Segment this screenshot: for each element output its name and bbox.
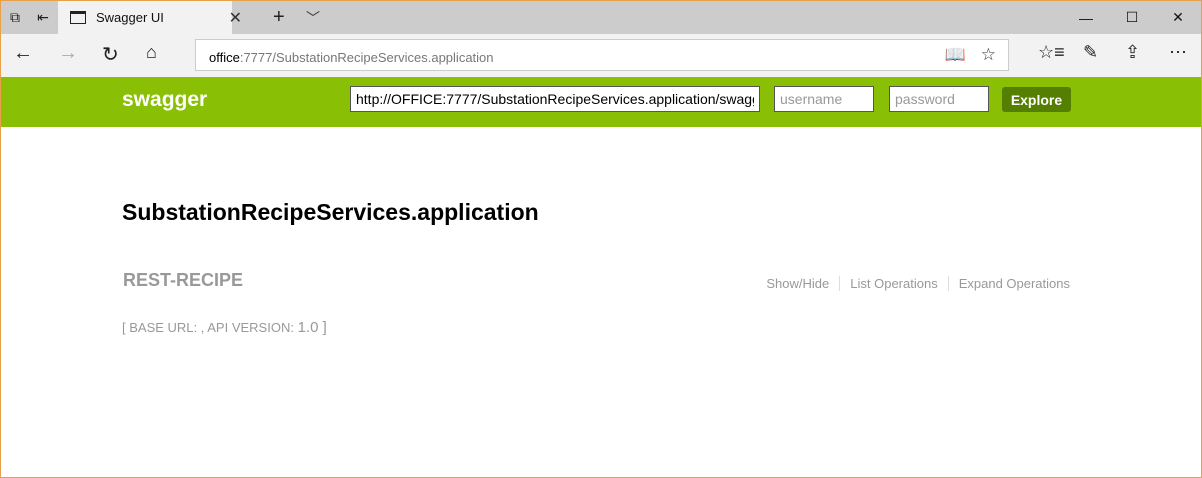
close-window-icon[interactable]: ✕ <box>1155 1 1201 34</box>
explore-button[interactable]: Explore <box>1002 87 1071 112</box>
resource-operations: Show/Hide List Operations Expand Operati… <box>756 276 1070 291</box>
api-version: 1.0 <box>297 319 319 336</box>
refresh-icon[interactable]: ↻ <box>102 42 119 67</box>
new-tab-icon[interactable]: + <box>273 6 285 29</box>
swagger-header: swagger Explore <box>1 77 1201 127</box>
more-icon[interactable]: ⋯ <box>1169 42 1187 63</box>
maximize-icon[interactable]: ☐ <box>1109 1 1155 34</box>
minimize-icon[interactable]: — <box>1063 1 1109 34</box>
url-host: office <box>209 50 240 65</box>
expand-operations-link[interactable]: Expand Operations <box>947 276 1070 291</box>
set-aside-tabs-icon[interactable]: ⇤ <box>29 1 57 34</box>
page-title: SubstationRecipeServices.application <box>122 199 539 225</box>
share-icon[interactable]: ⇪ <box>1125 42 1140 63</box>
api-info: [ BASE URL: , API VERSION: 1.0 ] <box>122 319 327 336</box>
list-operations-link[interactable]: List Operations <box>839 276 947 291</box>
chevron-down-icon[interactable]: ﹀ <box>306 8 320 28</box>
close-tab-icon[interactable]: ✕ <box>229 8 242 28</box>
info-prefix: [ BASE URL: , API VERSION: <box>122 320 298 335</box>
nav-bar: ← → ↻ ⌂ office:7777/SubstationRecipeServ… <box>1 34 1201 77</box>
favorites-hub-icon[interactable]: ☆≡ <box>1038 42 1065 63</box>
api-url-input[interactable] <box>350 86 760 112</box>
info-suffix: ] <box>318 319 327 336</box>
tab-preview-icon[interactable]: ⧉ <box>1 1 29 34</box>
page-icon <box>70 11 86 24</box>
swagger-logo[interactable]: swagger <box>122 88 207 112</box>
tab-bar: ⧉ ⇤ Swagger UI ✕ + ﹀ — ☐ ✕ <box>1 1 1201 34</box>
home-icon[interactable]: ⌂ <box>146 42 157 63</box>
url-path: :7777/SubstationRecipeServices.applicati… <box>239 50 494 65</box>
password-input[interactable] <box>889 86 989 112</box>
address-bar[interactable]: office:7777/SubstationRecipeServices.app… <box>195 39 1009 71</box>
favorite-star-icon[interactable]: ☆ <box>981 45 996 65</box>
username-input[interactable] <box>774 86 874 112</box>
pen-icon[interactable]: ✎ <box>1083 42 1098 63</box>
resource-name[interactable]: REST-RECIPE <box>123 270 243 291</box>
tab-title: Swagger UI <box>96 10 164 25</box>
back-icon[interactable]: ← <box>13 42 33 65</box>
reading-view-icon[interactable]: 📖 <box>945 45 966 65</box>
tab-swagger-ui[interactable]: Swagger UI ✕ <box>58 1 242 34</box>
show-hide-link[interactable]: Show/Hide <box>756 276 839 291</box>
forward-icon[interactable]: → <box>58 42 78 65</box>
